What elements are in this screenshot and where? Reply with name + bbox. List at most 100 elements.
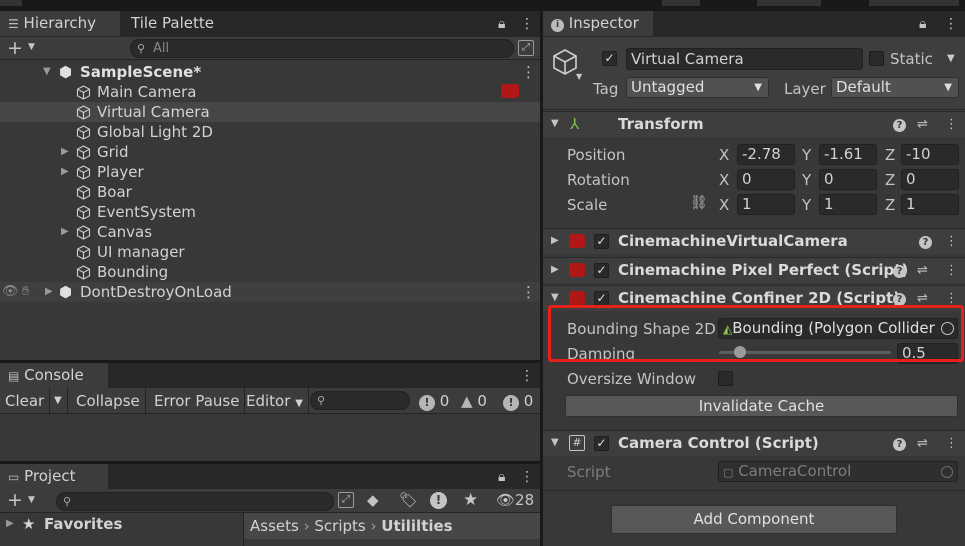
foldout-arrow-icon[interactable]: ▼: [551, 292, 559, 303]
camera-control-header[interactable]: ▼ # ✓ Camera Control (Script) ? ⇌ ⋮: [543, 430, 965, 456]
kebab-menu-icon[interactable]: ⋮: [945, 235, 958, 249]
help-icon[interactable]: ?: [893, 119, 906, 132]
editor-dropdown[interactable]: Editor ▼: [241, 388, 309, 414]
chevron-down-icon[interactable]: ▼: [28, 42, 35, 52]
position-y-field[interactable]: -1.61: [819, 144, 877, 165]
tab-tile-palette[interactable]: Tile Palette: [123, 11, 243, 36]
object-name-field[interactable]: Virtual Camera: [626, 48, 863, 70]
preset-sliders-icon[interactable]: ⇌: [917, 118, 928, 132]
pixel-perfect-enabled-checkbox[interactable]: ✓: [594, 263, 609, 278]
tag-dropdown[interactable]: Untagged ▼: [626, 77, 769, 98]
eye-icon[interactable]: 👁︎: [2, 282, 19, 302]
clear-options-dropdown[interactable]: ▼: [49, 388, 68, 414]
scale-x-field[interactable]: 1: [737, 194, 795, 215]
hierarchy-item[interactable]: ▶ Grid: [0, 142, 540, 162]
favorites-section[interactable]: ▶ ★ Favorites: [0, 513, 243, 546]
foldout-arrow-icon[interactable]: ▼: [551, 118, 559, 129]
tab-project[interactable]: ▭ Project: [0, 464, 108, 489]
static-checkbox[interactable]: [869, 51, 884, 66]
error-toggle[interactable]: ! 0: [503, 391, 533, 411]
add-icon[interactable]: +: [7, 489, 23, 511]
lock-icon[interactable]: 🔒︎: [919, 17, 926, 31]
expand-triangle-icon[interactable]: ▼: [43, 62, 51, 82]
scene-row[interactable]: ▼ ⬢ SampleScene* ⋮: [0, 62, 540, 82]
vcam-header[interactable]: ▶ ✓ CinemachineVirtualCamera ? ⋮: [543, 228, 965, 254]
label-tag-icon[interactable]: 🏷︎: [399, 491, 418, 509]
preset-sliders-icon[interactable]: ⇌: [917, 292, 928, 306]
vcam-enabled-checkbox[interactable]: ✓: [594, 234, 609, 249]
project-search-input[interactable]: ⚲: [56, 492, 334, 511]
add-icon[interactable]: +: [7, 37, 23, 59]
chevron-down-icon[interactable]: ▼: [28, 495, 35, 505]
expand-triangle-icon[interactable]: ▶: [61, 222, 69, 242]
expand-triangle-icon[interactable]: ▶: [6, 518, 14, 529]
hierarchy-item[interactable]: ▶ Player: [0, 162, 540, 182]
toolbar-button[interactable]: [662, 0, 700, 6]
confiner-enabled-checkbox[interactable]: ✓: [594, 291, 609, 306]
camera-control-enabled-checkbox[interactable]: ✓: [594, 436, 609, 451]
breadcrumb-scripts[interactable]: Scripts: [314, 517, 365, 535]
tab-console[interactable]: ▤ Console: [0, 363, 108, 388]
warning-toggle[interactable]: ▲ 0: [461, 391, 487, 411]
preset-sliders-icon[interactable]: ⇌: [917, 264, 928, 278]
constrain-proportions-icon[interactable]: ⛓︎: [690, 195, 708, 211]
hierarchy-search-input[interactable]: ⚲ All: [130, 39, 514, 58]
tab-hierarchy[interactable]: ☰ Hierarchy: [0, 11, 120, 36]
scene-visibility-icon[interactable]: ⤢: [518, 40, 534, 56]
log-filter-icon[interactable]: !: [430, 492, 447, 509]
scale-y-field[interactable]: 1: [819, 194, 877, 215]
hierarchy-item[interactable]: Main Camera: [0, 82, 540, 102]
hierarchy-item[interactable]: Global Light 2D: [0, 122, 540, 142]
kebab-menu-icon[interactable]: ⋮: [520, 369, 534, 383]
lock-icon[interactable]: 🔒︎: [498, 470, 505, 484]
hierarchy-item[interactable]: ▶ Canvas: [0, 222, 540, 242]
position-z-field[interactable]: -10: [901, 144, 959, 165]
layer-dropdown[interactable]: Default ▼: [831, 77, 959, 98]
toolbar-button[interactable]: [869, 0, 959, 6]
collapse-button[interactable]: Collapse: [71, 388, 146, 414]
search-by-type-icon[interactable]: ⤢: [338, 492, 354, 508]
error-pause-button[interactable]: Error Pause: [149, 388, 246, 414]
kebab-menu-icon[interactable]: ⋮: [945, 292, 958, 306]
toolbar-button[interactable]: [757, 0, 821, 6]
expand-triangle-icon[interactable]: ▶: [61, 142, 69, 162]
chevron-down-icon[interactable]: ▼: [576, 72, 582, 81]
hidden-packages-toggle[interactable]: 👁︎28: [496, 491, 534, 509]
foldout-arrow-icon[interactable]: ▶: [551, 235, 559, 246]
tab-inspector[interactable]: i Inspector: [543, 11, 653, 36]
rotation-x-field[interactable]: 0: [737, 169, 795, 190]
foldout-arrow-icon[interactable]: ▶: [551, 264, 559, 275]
expand-triangle-icon[interactable]: ▶: [61, 162, 69, 182]
info-toggle[interactable]: ! 0: [419, 391, 449, 411]
dontdestroyonload-row[interactable]: 👁︎ ✋︎ ▶ ⬢ DontDestroyOnLoad ⋮: [0, 282, 540, 302]
favorite-star-icon[interactable]: ★: [463, 490, 478, 510]
kebab-menu-icon[interactable]: ⋮: [945, 264, 958, 278]
lock-icon[interactable]: 🔒︎: [498, 17, 505, 31]
scale-z-field[interactable]: 1: [901, 194, 959, 215]
kebab-menu-icon[interactable]: ⋮: [521, 62, 536, 82]
hierarchy-item[interactable]: Boar: [0, 182, 540, 202]
help-icon[interactable]: ?: [919, 236, 932, 249]
transform-header[interactable]: ▼ ⅄ Transform ? ⇌ ⋮: [543, 111, 965, 137]
pick-hand-icon[interactable]: ✋︎: [22, 282, 29, 302]
hierarchy-item[interactable]: UI manager: [0, 242, 540, 262]
hierarchy-item[interactable]: Bounding: [0, 262, 540, 282]
breadcrumb-current[interactable]: Utililties: [381, 517, 452, 535]
preset-sliders-icon[interactable]: ⇌: [917, 437, 928, 451]
help-icon[interactable]: ?: [893, 265, 906, 278]
kebab-menu-icon[interactable]: ⋮: [945, 118, 958, 132]
add-component-button[interactable]: Add Component: [611, 505, 897, 534]
kebab-menu-icon[interactable]: ⋮: [520, 17, 534, 31]
hierarchy-item[interactable]: EventSystem: [0, 202, 540, 222]
rotation-y-field[interactable]: 0: [819, 169, 877, 190]
console-search-input[interactable]: ⚲: [310, 391, 410, 410]
expand-triangle-icon[interactable]: ▶: [45, 282, 53, 302]
pixel-perfect-header[interactable]: ▶ ✓ Cinemachine Pixel Perfect (Script) ?…: [543, 257, 965, 283]
clear-button[interactable]: Clear: [0, 388, 51, 414]
invalidate-cache-button[interactable]: Invalidate Cache: [565, 395, 958, 417]
hierarchy-item[interactable]: Virtual Camera: [0, 102, 540, 122]
oversize-window-checkbox[interactable]: [718, 371, 733, 386]
kebab-menu-icon[interactable]: ⋮: [945, 437, 958, 451]
foldout-arrow-icon[interactable]: ▼: [551, 437, 559, 448]
kebab-menu-icon[interactable]: ⋮: [520, 470, 534, 484]
